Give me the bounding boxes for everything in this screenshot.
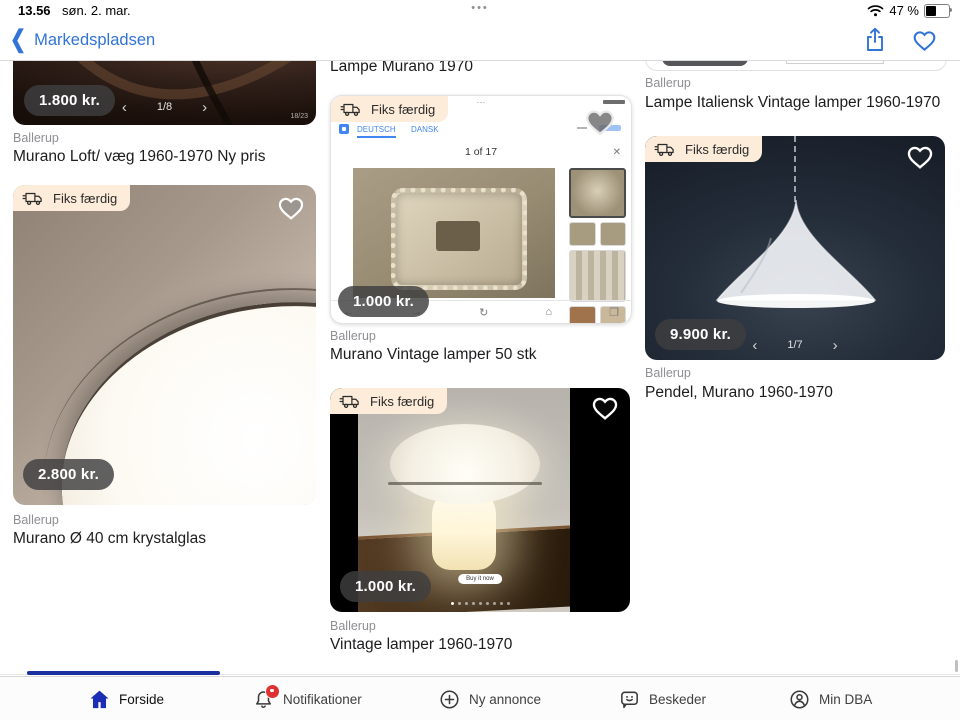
- listing-title[interactable]: Vintage lamper 1960-1970: [330, 636, 512, 654]
- share-icon[interactable]: [863, 26, 887, 54]
- chat-smiley-icon: [618, 688, 641, 711]
- photo-count: 18/23: [290, 113, 308, 120]
- fiks-faerdig-badge: Fiks færdig: [13, 185, 130, 211]
- fiks-faerdig-badge: Fiks færdig: [331, 96, 448, 122]
- listing-title[interactable]: Lampe Italiensk Vintage lamper 1960-1970: [645, 94, 940, 112]
- tab-min-dba[interactable]: Min DBA: [788, 677, 872, 720]
- listing-card-image[interactable]: ⋯ DEUTSCH DANSK 1 of 17 ✕ ← → ↻ ⌂ ❐: [330, 95, 632, 324]
- thumbnail[interactable]: [569, 250, 626, 302]
- tab-label: Min DBA: [819, 692, 872, 707]
- favorite-heart-icon[interactable]: [905, 143, 935, 170]
- truck-icon: [654, 141, 678, 157]
- thumbnail[interactable]: [600, 222, 627, 246]
- thumbnail[interactable]: [569, 222, 596, 246]
- carousel-prev-icon[interactable]: ‹: [122, 102, 127, 113]
- battery-icon: [924, 4, 950, 18]
- truck-icon: [22, 190, 46, 206]
- favorite-heart-icon[interactable]: [590, 394, 620, 421]
- close-icon[interactable]: ✕: [613, 147, 621, 158]
- tab-forside[interactable]: Forside: [88, 677, 164, 720]
- tab-label: Beskeder: [649, 692, 706, 707]
- listing-location: Ballerup: [645, 366, 691, 380]
- fiks-faerdig-badge: Fiks færdig: [645, 136, 762, 162]
- profile-icon: [788, 688, 811, 711]
- tab-label: Forside: [119, 692, 164, 707]
- lang-tab-dansk[interactable]: DANSK: [411, 125, 439, 134]
- pendant-shade: [711, 198, 881, 310]
- carousel-page-indicator: 1/8: [157, 101, 172, 113]
- browser-home-icon[interactable]: ⌂: [545, 306, 552, 318]
- listing-title[interactable]: Murano Vintage lamper 50 stk: [330, 346, 537, 364]
- plus-circle-icon: [438, 688, 461, 711]
- nav-bar: ❮ Markedspladsen: [0, 22, 960, 61]
- battery-percent: 47 %: [889, 3, 919, 18]
- home-icon: [88, 688, 111, 711]
- wifi-icon: [867, 4, 884, 17]
- back-chevron-icon: ❮: [10, 28, 26, 52]
- listing-card-image[interactable]: Fiks færdig 2.800 kr.: [13, 185, 316, 505]
- price-pill: 1.000 kr.: [340, 571, 431, 602]
- multitask-dots-icon: •••: [0, 2, 960, 14]
- tab-label: Ny annonce: [469, 692, 541, 707]
- listing-title[interactable]: Murano Loft/ væg 1960-1970 Ny pris: [13, 148, 265, 166]
- dba-marketplace-screen: 13.56 søn. 2. mar. ••• 47 % ❮ Markedspla…: [0, 0, 960, 720]
- pendant-cord: [794, 136, 796, 202]
- lang-tab-deutsch[interactable]: DEUTSCH: [357, 125, 396, 138]
- glass-lamp-photo: [353, 168, 555, 298]
- listing-location: Ballerup: [13, 513, 59, 527]
- tab-notifikationer[interactable]: Notifikationer: [252, 677, 362, 720]
- carousel-next-icon[interactable]: ›: [202, 102, 207, 113]
- price-pill: 2.800 kr.: [23, 459, 114, 490]
- translate-icon: [339, 124, 349, 134]
- inner-status-mark: [603, 100, 625, 104]
- tab-ny-annonce[interactable]: Ny annonce: [438, 677, 541, 720]
- listing-location: Ballerup: [330, 619, 376, 633]
- notification-badge: [265, 684, 280, 699]
- carousel-prev-icon[interactable]: ‹: [752, 340, 757, 351]
- listing-card-image[interactable]: Buy it now Fiks færdig 1.000 kr.: [330, 388, 630, 612]
- fiks-faerdig-badge: Fiks færdig: [330, 388, 447, 414]
- favorites-heart-icon[interactable]: [911, 28, 938, 52]
- listing-title[interactable]: Murano Ø 40 cm krystalglas: [13, 530, 206, 548]
- photo-counter: 1 of 17: [331, 146, 631, 158]
- badge-label: Fiks færdig: [370, 394, 434, 409]
- buy-it-now-pill: Buy it now: [458, 574, 502, 584]
- tab-bar: Forside Notifikationer Ny annonce Besked…: [0, 676, 960, 720]
- listing-card-image[interactable]: Fiks færdig 9.900 kr. ‹ 1/7 ›: [645, 136, 945, 360]
- truck-icon: [339, 393, 363, 409]
- badge-label: Fiks færdig: [53, 191, 117, 206]
- bell-icon: [252, 688, 275, 711]
- badge-label: Fiks færdig: [371, 102, 435, 117]
- back-label: Markedspladsen: [34, 31, 155, 50]
- truck-icon: [340, 101, 364, 117]
- favorite-heart-icon[interactable]: [583, 106, 617, 137]
- listing-card-image[interactable]: 1.800 kr. ‹ 1/8 › 18/23: [13, 60, 316, 125]
- status-bar: 13.56 søn. 2. mar. ••• 47 %: [0, 0, 960, 22]
- carousel-dots: [330, 602, 630, 605]
- thumbnail-selected[interactable]: [569, 168, 626, 218]
- carousel-page-indicator: 1/7: [787, 339, 802, 351]
- price-pill: 1.000 kr.: [338, 286, 429, 317]
- carousel-next-icon[interactable]: ›: [833, 340, 838, 351]
- back-button[interactable]: ❮ Markedspladsen: [8, 28, 155, 52]
- tab-beskeder[interactable]: Beskeder: [618, 677, 706, 720]
- badge-label: Fiks færdig: [685, 142, 749, 157]
- favorite-heart-icon[interactable]: [276, 194, 306, 221]
- listing-location: Ballerup: [645, 76, 691, 90]
- tab-label: Notifikationer: [283, 692, 362, 707]
- listing-title[interactable]: Pendel, Murano 1960-1970: [645, 384, 833, 402]
- browser-tabs-icon[interactable]: ❐: [609, 306, 619, 319]
- active-tab-indicator: [27, 671, 220, 675]
- browser-reload-icon[interactable]: ↻: [479, 306, 488, 319]
- listing-location: Ballerup: [13, 131, 59, 145]
- translate-bar: DEUTSCH DANSK: [339, 123, 623, 137]
- listing-location: Ballerup: [330, 329, 376, 343]
- scrollbar[interactable]: [955, 660, 958, 672]
